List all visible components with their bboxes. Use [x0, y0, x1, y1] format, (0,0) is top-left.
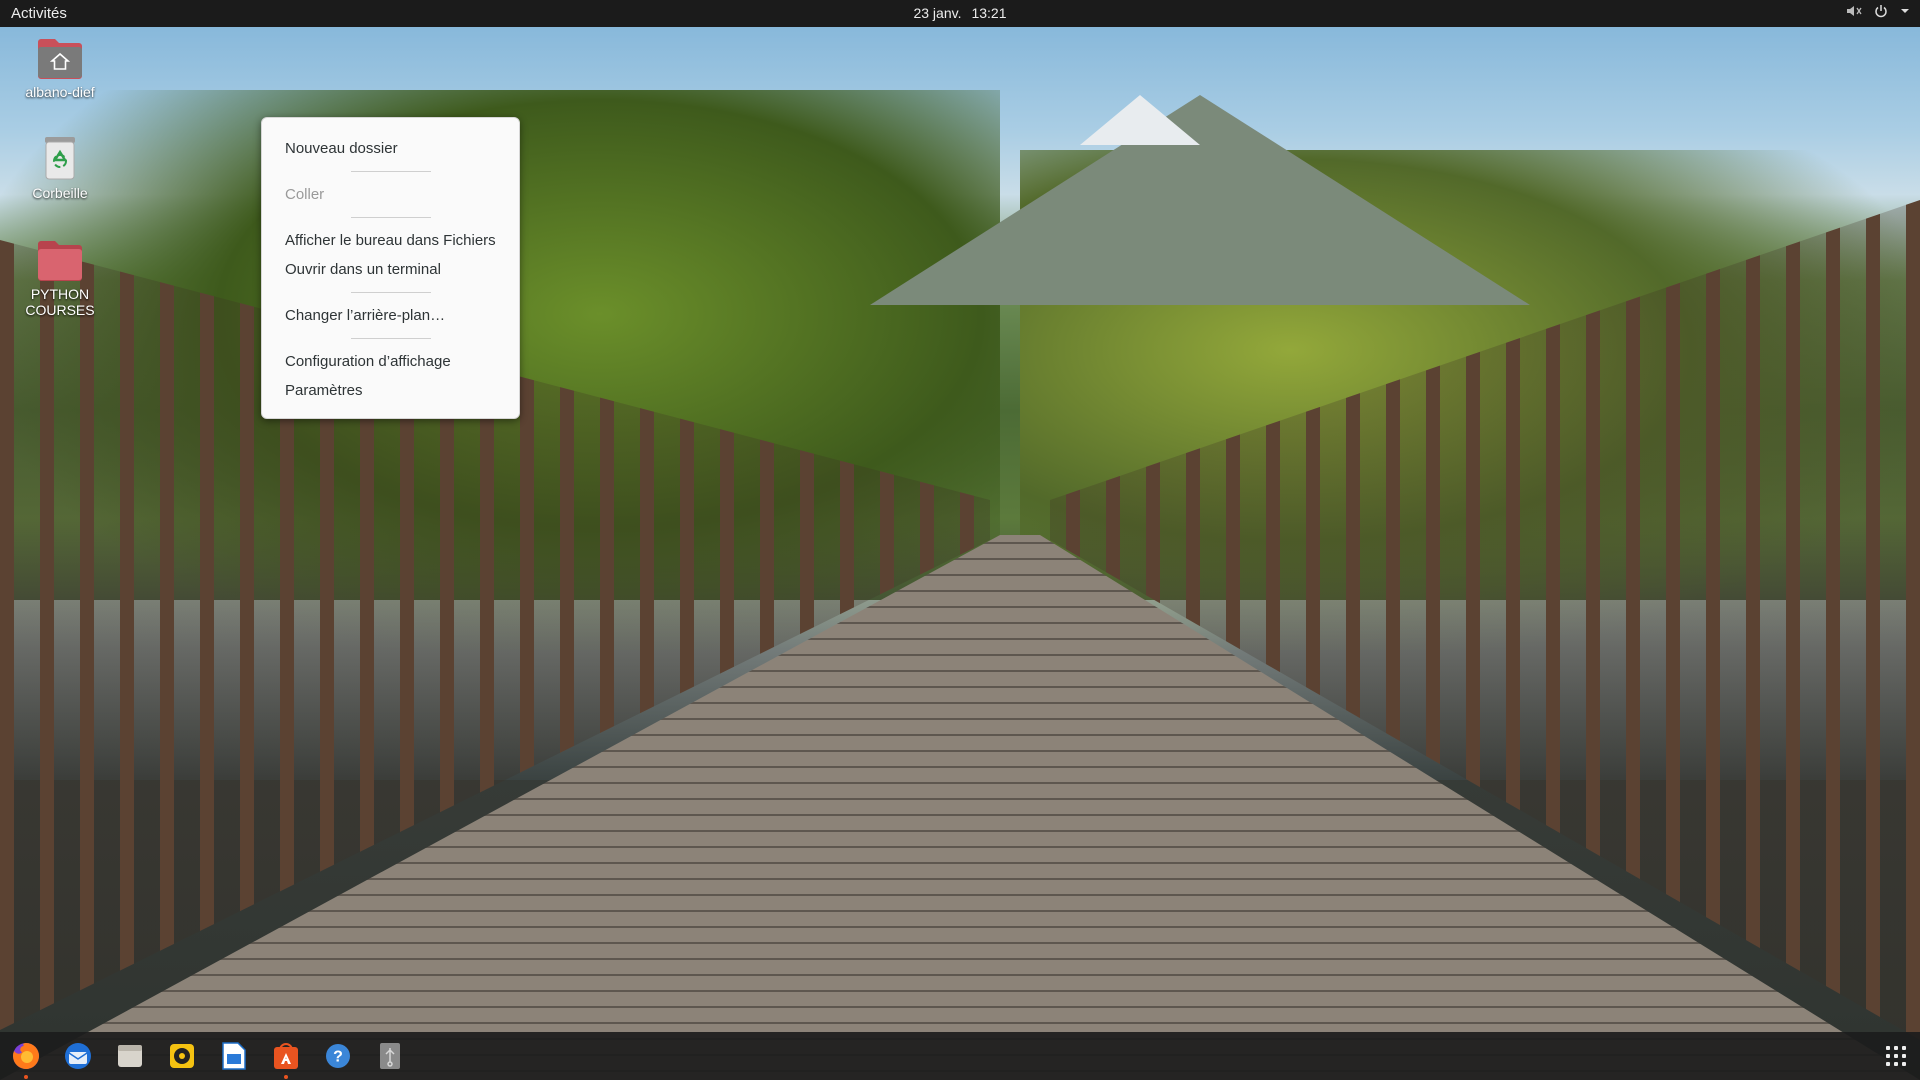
wallpaper-mountain [870, 95, 1530, 305]
desktop-icon-label: PYTHON COURSES [25, 286, 95, 318]
folder-icon [36, 236, 84, 282]
dock-app-help[interactable]: ? [320, 1038, 356, 1074]
speaker-muted-icon[interactable] [1846, 4, 1862, 18]
power-icon[interactable] [1874, 4, 1888, 18]
writer-icon [222, 1042, 246, 1070]
clock-date: 23 janv. [913, 5, 962, 21]
desktop-icon-label: albano-dief [25, 84, 95, 100]
trash-icon [36, 135, 84, 181]
running-indicator [284, 1075, 288, 1079]
usb-drive-icon [380, 1043, 400, 1069]
menu-item-paste: Coller [285, 186, 325, 203]
dock-app-ubuntu-software[interactable] [268, 1038, 304, 1079]
menu-item-display-settings[interactable]: Configuration d’affichage [262, 347, 519, 376]
menu-item-settings[interactable]: Paramètres [262, 376, 519, 405]
dock-app-firefox[interactable] [8, 1038, 44, 1079]
menu-separator [262, 163, 519, 180]
home-folder-icon [36, 34, 84, 80]
desktop-icon-home[interactable]: albano-dief [10, 34, 110, 100]
clock[interactable]: 23 janv. 13:21 [0, 5, 1920, 21]
desktop-context-menu: Nouveau dossier Coller Afficher le burea… [261, 117, 520, 419]
rhythmbox-icon [170, 1044, 194, 1068]
dock-app-files[interactable] [112, 1038, 148, 1074]
dock-app-rhythmbox[interactable] [164, 1038, 200, 1074]
svg-text:?: ? [333, 1049, 343, 1066]
desktop-icon-label: Corbeille [32, 185, 88, 201]
menu-item-show-desktop-in-files[interactable]: Afficher le bureau dans Fichiers [262, 226, 519, 255]
dock-app-thunderbird[interactable] [60, 1038, 96, 1074]
menu-item-new-folder[interactable]: Nouveau dossier [262, 134, 519, 163]
files-icon [118, 1045, 142, 1067]
dock-app-usb-drive[interactable] [372, 1038, 408, 1074]
chevron-down-icon[interactable] [1900, 7, 1910, 15]
dock: ? [0, 1032, 1920, 1080]
thunderbird-icon [65, 1043, 91, 1069]
firefox-icon [12, 1043, 39, 1069]
menu-item-open-terminal[interactable]: Ouvrir dans un terminal [262, 255, 519, 284]
clock-time: 13:21 [971, 5, 1007, 21]
software-store-icon [274, 1043, 298, 1069]
menu-item-change-background[interactable]: Changer l’arrière-plan… [262, 301, 519, 330]
help-icon: ? [326, 1044, 350, 1068]
system-tray[interactable] [1846, 4, 1910, 18]
dock-app-libreoffice-writer[interactable] [216, 1038, 252, 1074]
menu-separator [262, 284, 519, 301]
menu-separator [262, 330, 519, 347]
wallpaper-mountain-snow [1080, 95, 1200, 145]
app-grid-icon[interactable] [1886, 1046, 1906, 1066]
top-bar: Activités 23 janv. 13:21 [0, 0, 1920, 27]
menu-separator [262, 209, 519, 226]
desktop-icon-trash[interactable]: Corbeille [10, 135, 110, 201]
desktop-icon-python-courses[interactable]: PYTHON COURSES [10, 236, 110, 318]
running-indicator [24, 1075, 28, 1079]
